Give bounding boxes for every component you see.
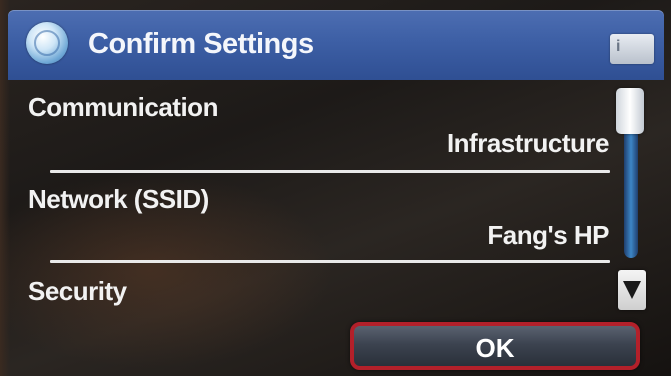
scroll-down-button[interactable] xyxy=(618,270,646,310)
title-bar: Confirm Settings i xyxy=(8,10,664,80)
setting-value-communication: Infrastructure xyxy=(446,128,610,158)
setting-label-security: Security xyxy=(28,276,127,306)
ok-button-label: OK xyxy=(475,333,515,363)
help-icon: i xyxy=(616,38,621,55)
ok-button[interactable]: OK xyxy=(350,322,640,370)
setting-label-network-ssid: Network (SSID) xyxy=(28,184,209,214)
setting-value-network-ssid: Fang's HP xyxy=(487,220,609,250)
page-title: Confirm Settings xyxy=(88,28,314,60)
row-divider xyxy=(50,260,610,263)
setting-label-communication: Communication xyxy=(28,92,218,122)
printer-screen: Confirm Settings i Communication Infrast… xyxy=(0,0,671,376)
row-divider xyxy=(50,170,610,173)
down-arrow-icon xyxy=(623,281,641,299)
help-button[interactable]: i xyxy=(610,34,654,64)
scrollbar-thumb[interactable] xyxy=(616,88,644,134)
network-globe-icon xyxy=(26,22,68,64)
